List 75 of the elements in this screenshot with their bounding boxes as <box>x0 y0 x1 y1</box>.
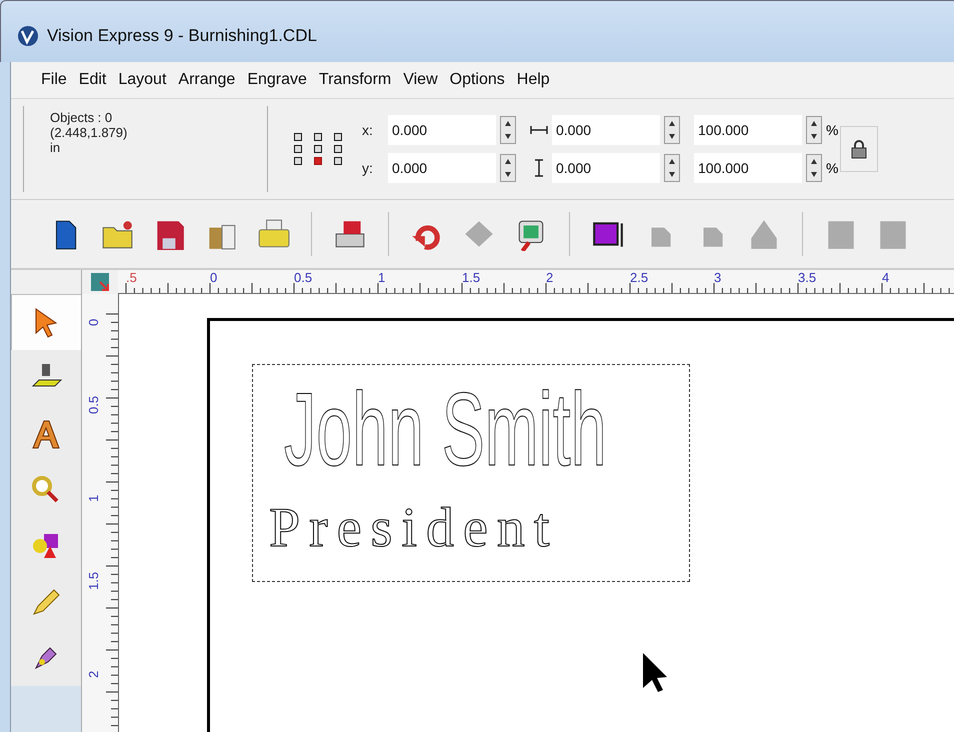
menu-item[interactable]: Transform <box>312 67 398 93</box>
menu-item[interactable]: Arrange <box>172 67 242 93</box>
ruler-label: 2 <box>546 270 554 285</box>
down-triangle-icon <box>811 134 817 139</box>
anchor-point[interactable] <box>334 133 342 141</box>
percent-sign: % <box>826 122 838 138</box>
spin-button[interactable] <box>500 116 516 144</box>
spin-button[interactable] <box>664 154 680 182</box>
padlock-icon <box>851 139 868 159</box>
app-logo-icon <box>17 24 39 46</box>
anchor-point[interactable] <box>334 145 342 153</box>
ruler-origin-icon <box>90 272 110 292</box>
spin-button[interactable] <box>806 116 822 144</box>
up-triangle-icon <box>669 121 675 126</box>
anchor-point[interactable] <box>314 133 322 141</box>
number-field[interactable]: 0.000 <box>388 153 496 183</box>
lock-button[interactable] <box>840 126 878 172</box>
spin-button[interactable] <box>500 154 516 182</box>
units-label: in <box>50 140 62 155</box>
object-count: Objects : 0 <box>50 110 114 125</box>
number-field[interactable]: 0.000 <box>388 115 496 145</box>
menu-item[interactable]: Layout <box>112 67 172 93</box>
spin-button[interactable] <box>806 154 822 182</box>
x-label: x: <box>362 122 374 138</box>
anchor-point[interactable] <box>334 157 342 165</box>
ruler-label: 1 <box>86 494 101 502</box>
width-arrow-icon <box>530 125 548 135</box>
ruler-label: 0 <box>210 270 218 285</box>
ruler-label: .5 <box>126 270 137 285</box>
percent-sign: % <box>826 160 838 176</box>
up-triangle-icon <box>669 159 675 164</box>
down-triangle-icon <box>669 134 675 139</box>
menu-item[interactable]: Engrave <box>241 67 313 93</box>
letter-a-icon <box>30 418 62 450</box>
anchor-point[interactable] <box>294 145 302 153</box>
down-triangle-icon <box>811 172 817 177</box>
menu-item[interactable]: View <box>397 67 444 93</box>
menu-item[interactable]: Help <box>510 67 556 93</box>
up-triangle-icon <box>505 159 511 164</box>
up-triangle-icon <box>811 159 817 164</box>
cursor-position: (2.448,1.879) <box>50 125 128 140</box>
ruler-label: 1 <box>378 270 386 285</box>
ruler-label: 4 <box>882 270 890 285</box>
number-field[interactable]: 0.000 <box>552 115 660 145</box>
down-triangle-icon <box>505 172 511 177</box>
ruler-label: 3.5 <box>798 270 816 285</box>
anchor-point[interactable] <box>294 133 302 141</box>
number-field[interactable]: 0.000 <box>552 153 660 183</box>
menu-item[interactable]: File <box>35 67 73 93</box>
ruler-label: 2.5 <box>630 270 648 285</box>
ruler-label: 1.5 <box>462 270 480 285</box>
y-label: y: <box>362 160 374 176</box>
tool-button[interactable] <box>11 294 81 350</box>
ruler-label: 0.5 <box>86 396 101 414</box>
ruler-label: 3 <box>714 270 722 285</box>
down-triangle-icon <box>505 134 511 139</box>
spin-button[interactable] <box>664 116 680 144</box>
menu-item[interactable]: Options <box>444 67 511 93</box>
canvas-text: John Smith <box>284 378 607 482</box>
anchor-point[interactable] <box>314 145 322 153</box>
canvas-text: President <box>269 500 558 556</box>
ruler-label: 1.5 <box>86 572 101 590</box>
tool-button[interactable] <box>11 350 81 406</box>
up-triangle-icon <box>505 121 511 126</box>
drawing-canvas[interactable]: John Smith President <box>119 294 954 732</box>
up-triangle-icon <box>811 121 817 126</box>
ruler-label: 0 <box>86 318 101 326</box>
number-field[interactable]: 100.000 <box>694 115 802 145</box>
down-triangle-icon <box>669 172 675 177</box>
window-title: Vision Express 9 - Burnishing1.CDL <box>47 26 317 46</box>
anchor-point[interactable] <box>294 157 302 165</box>
menu-item[interactable]: Edit <box>72 67 112 93</box>
ruler-label: 0.5 <box>294 270 312 285</box>
number-field[interactable]: 100.000 <box>694 153 802 183</box>
ruler-label: 2 <box>86 670 101 678</box>
